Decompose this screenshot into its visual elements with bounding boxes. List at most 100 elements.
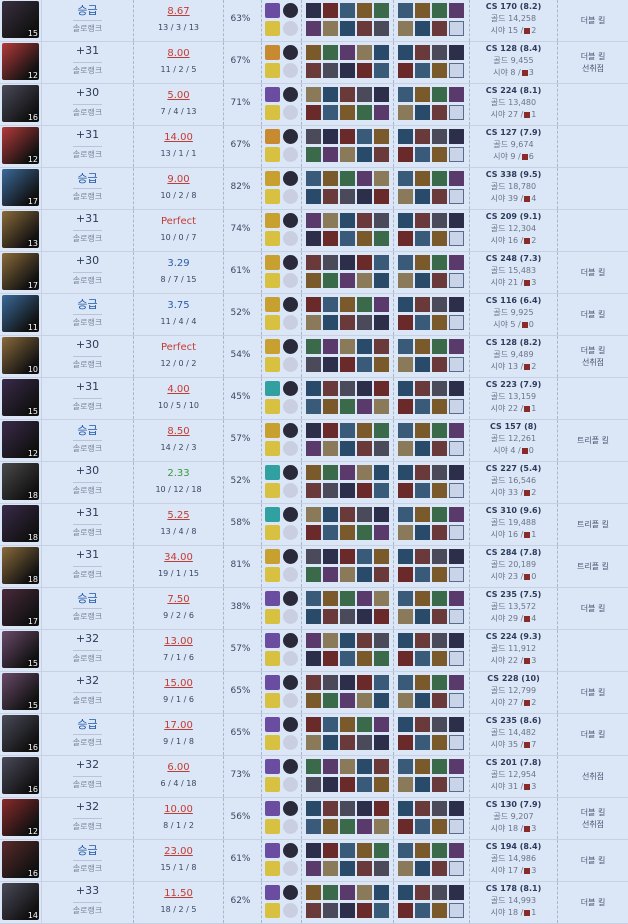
participant-icon[interactable] — [357, 591, 372, 606]
item-icon[interactable] — [415, 549, 430, 564]
item-icon[interactable] — [432, 819, 447, 834]
participant-icon[interactable] — [323, 189, 338, 204]
item-icon[interactable] — [449, 423, 464, 438]
summoner-spell-icon[interactable] — [265, 255, 280, 270]
item-icon[interactable] — [415, 315, 430, 330]
participant-icon[interactable] — [323, 633, 338, 648]
item-icon[interactable] — [398, 693, 413, 708]
item-icon[interactable] — [449, 3, 464, 18]
rune-icon[interactable] — [283, 357, 298, 372]
participant-icon[interactable] — [340, 213, 355, 228]
item-icon[interactable] — [449, 465, 464, 480]
rune-icon[interactable] — [283, 591, 298, 606]
rune-icon[interactable] — [283, 381, 298, 396]
summoner-spell-icon[interactable] — [265, 171, 280, 186]
participant-icon[interactable] — [306, 21, 321, 36]
champion-portrait[interactable]: 16 — [2, 757, 39, 794]
participant-icon[interactable] — [340, 63, 355, 78]
item-icon[interactable] — [415, 171, 430, 186]
item-icon[interactable] — [398, 675, 413, 690]
item-icon[interactable] — [398, 633, 413, 648]
kda-ratio[interactable]: 17.00 — [134, 720, 223, 731]
participant-icon[interactable] — [340, 231, 355, 246]
summoner-spell-icon[interactable] — [265, 483, 280, 498]
participant-icon[interactable] — [374, 441, 389, 456]
participant-icon[interactable] — [374, 633, 389, 648]
participant-icon[interactable] — [340, 759, 355, 774]
participant-icon[interactable] — [306, 315, 321, 330]
participant-icon[interactable] — [323, 609, 338, 624]
ward-icon[interactable] — [449, 567, 464, 582]
rune-icon[interactable] — [283, 567, 298, 582]
participant-icon[interactable] — [306, 693, 321, 708]
item-icon[interactable] — [398, 465, 413, 480]
item-icon[interactable] — [432, 885, 447, 900]
summoner-spell-icon[interactable] — [265, 399, 280, 414]
summoner-spell-icon[interactable] — [265, 591, 280, 606]
item-icon[interactable] — [432, 63, 447, 78]
item-icon[interactable] — [415, 777, 430, 792]
match-row[interactable]: 16 +32 솔로랭크 6.00 6 / 4 / 18 73% CS 201 (7.8) 골드… — [0, 756, 628, 798]
item-icon[interactable] — [432, 147, 447, 162]
summoner-spell-icon[interactable] — [265, 651, 280, 666]
participant-icon[interactable] — [340, 801, 355, 816]
ward-icon[interactable] — [449, 735, 464, 750]
item-icon[interactable] — [415, 21, 430, 36]
item-icon[interactable] — [415, 231, 430, 246]
match-row[interactable]: 11 승급 솔로랭크 3.75 11 / 4 / 4 52% CS 116 (6.4) 골드 … — [0, 294, 628, 336]
rune-icon[interactable] — [283, 651, 298, 666]
kda-ratio[interactable]: 13.00 — [134, 636, 223, 647]
item-icon[interactable] — [449, 507, 464, 522]
ward-icon[interactable] — [449, 525, 464, 540]
item-icon[interactable] — [415, 381, 430, 396]
item-icon[interactable] — [432, 231, 447, 246]
champion-portrait[interactable]: 15 — [2, 673, 39, 710]
participant-icon[interactable] — [306, 843, 321, 858]
item-icon[interactable] — [432, 549, 447, 564]
item-icon[interactable] — [449, 549, 464, 564]
summoner-spell-icon[interactable] — [265, 297, 280, 312]
champion-portrait[interactable]: 18 — [2, 505, 39, 542]
participant-icon[interactable] — [306, 273, 321, 288]
rune-icon[interactable] — [283, 843, 298, 858]
participant-icon[interactable] — [323, 315, 338, 330]
item-icon[interactable] — [398, 399, 413, 414]
participant-icon[interactable] — [340, 885, 355, 900]
participant-icon[interactable] — [374, 3, 389, 18]
item-icon[interactable] — [398, 861, 413, 876]
rune-icon[interactable] — [283, 507, 298, 522]
kda-ratio[interactable]: 7.50 — [134, 594, 223, 605]
item-icon[interactable] — [415, 507, 430, 522]
item-icon[interactable] — [449, 255, 464, 270]
participant-icon[interactable] — [323, 735, 338, 750]
item-icon[interactable] — [432, 255, 447, 270]
item-icon[interactable] — [415, 861, 430, 876]
participant-icon[interactable] — [374, 189, 389, 204]
item-icon[interactable] — [432, 129, 447, 144]
participant-icon[interactable] — [306, 213, 321, 228]
match-row[interactable]: 15 +31 솔로랭크 4.00 10 / 5 / 10 45% CS 223 (7.9) 골… — [0, 378, 628, 420]
item-icon[interactable] — [398, 483, 413, 498]
summoner-spell-icon[interactable] — [265, 147, 280, 162]
item-icon[interactable] — [415, 885, 430, 900]
item-icon[interactable] — [432, 801, 447, 816]
summoner-spell-icon[interactable] — [265, 507, 280, 522]
rune-icon[interactable] — [283, 21, 298, 36]
participant-icon[interactable] — [306, 777, 321, 792]
participant-icon[interactable] — [357, 105, 372, 120]
participant-icon[interactable] — [340, 465, 355, 480]
rune-icon[interactable] — [283, 633, 298, 648]
item-icon[interactable] — [398, 525, 413, 540]
participant-icon[interactable] — [340, 441, 355, 456]
item-icon[interactable] — [398, 903, 413, 918]
item-icon[interactable] — [432, 45, 447, 60]
item-icon[interactable] — [432, 423, 447, 438]
rune-icon[interactable] — [283, 759, 298, 774]
participant-icon[interactable] — [340, 861, 355, 876]
rune-icon[interactable] — [283, 147, 298, 162]
participant-icon[interactable] — [340, 255, 355, 270]
item-icon[interactable] — [449, 801, 464, 816]
participant-icon[interactable] — [357, 21, 372, 36]
participant-icon[interactable] — [357, 273, 372, 288]
item-icon[interactable] — [415, 633, 430, 648]
